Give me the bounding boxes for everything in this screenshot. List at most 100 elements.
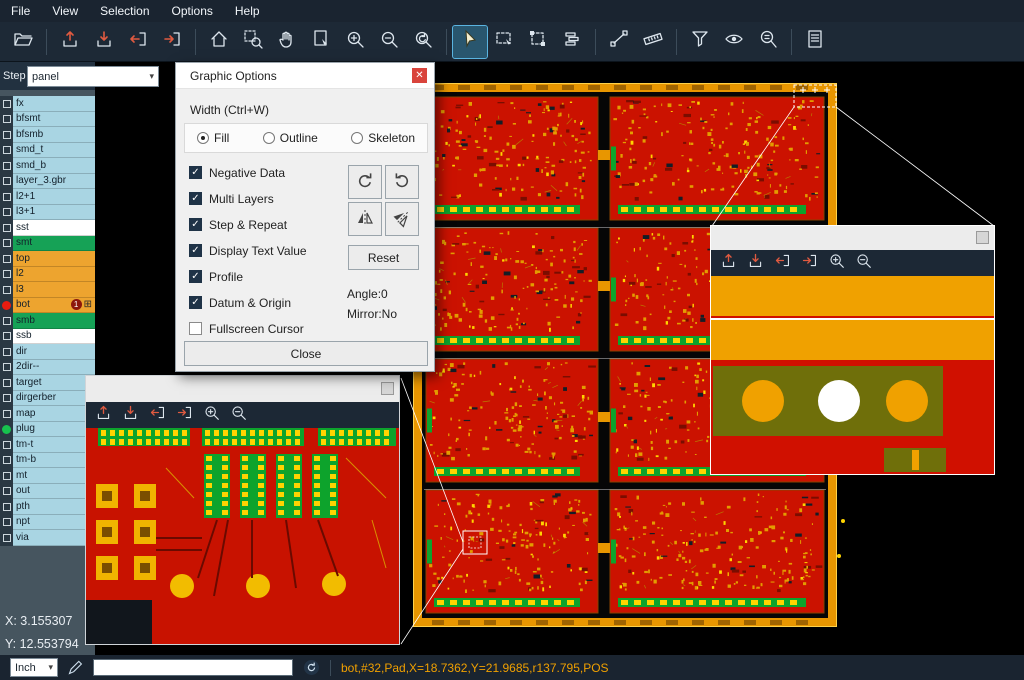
layer-visibility-toggle[interactable] <box>0 96 13 112</box>
menu-view[interactable]: View <box>41 0 89 22</box>
transform-button[interactable] <box>521 26 555 58</box>
close-button[interactable]: Close <box>184 341 428 366</box>
layer-visibility-toggle[interactable] <box>0 530 13 546</box>
layer-row-smd-t[interactable]: smd_t <box>0 143 95 159</box>
layer-row-dirgerber[interactable]: dirgerber <box>0 391 95 407</box>
select-arrow-button[interactable] <box>453 26 487 58</box>
layer-row-l2[interactable]: l2 <box>0 267 95 283</box>
checkbox-datum-origin[interactable]: ✓Datum & Origin <box>189 295 307 310</box>
measure-line-button[interactable] <box>602 26 636 58</box>
layer-row-ssb[interactable]: ssb <box>0 329 95 345</box>
layer-row-l3-1[interactable]: l3+1 <box>0 205 95 221</box>
tray-up-button[interactable] <box>716 252 740 274</box>
zoom-out-button[interactable] <box>851 252 875 274</box>
layer-visibility-toggle[interactable] <box>0 515 13 531</box>
layer-row-2dir[interactable]: 2dir-- <box>0 360 95 376</box>
magnifier-left-content[interactable] <box>86 428 399 644</box>
layer-visibility-toggle[interactable] <box>0 174 13 190</box>
magnifier-right-content[interactable] <box>711 276 994 474</box>
layer-visibility-toggle[interactable] <box>0 391 13 407</box>
layer-visibility-toggle[interactable] <box>0 158 13 174</box>
radio-skeleton[interactable]: Skeleton <box>351 131 415 145</box>
layer-visibility-toggle[interactable] <box>0 499 13 515</box>
checkbox-profile[interactable]: ✓Profile <box>189 269 307 284</box>
tray-up-button[interactable] <box>91 404 115 426</box>
layer-row-sst[interactable]: sst <box>0 220 95 236</box>
layer-visibility-toggle[interactable] <box>0 282 13 298</box>
step-select[interactable]: panel ▾ <box>27 66 159 87</box>
checkbox-fullscreen-cursor[interactable]: Fullscreen Cursor <box>189 321 307 336</box>
ruler-button[interactable] <box>636 26 670 58</box>
layer-row-out[interactable]: out <box>0 484 95 500</box>
layer-row-map[interactable]: map <box>0 406 95 422</box>
tray-left-button[interactable] <box>770 252 794 274</box>
report-button[interactable] <box>798 26 832 58</box>
layer-visibility-toggle[interactable] <box>0 220 13 236</box>
zoom-out-button[interactable] <box>226 404 250 426</box>
zoom-region-button[interactable] <box>236 26 270 58</box>
reset-button[interactable]: Reset <box>348 245 419 270</box>
magnifier-right-titlebar[interactable] <box>711 226 994 250</box>
layer-visibility-toggle[interactable] <box>0 298 13 314</box>
zoom-prev-button[interactable] <box>406 26 440 58</box>
window-button-icon[interactable] <box>976 231 989 244</box>
radio-outline[interactable]: Outline <box>263 131 318 145</box>
layer-visibility-toggle[interactable] <box>0 267 13 283</box>
layer-visibility-toggle[interactable] <box>0 127 13 143</box>
tray-right-button[interactable] <box>172 404 196 426</box>
layer-row-bot[interactable]: bot1⊞ <box>0 298 95 314</box>
refresh-icon[interactable] <box>303 659 320 676</box>
layer-visibility-toggle[interactable] <box>0 236 13 252</box>
layer-visibility-toggle[interactable] <box>0 329 13 345</box>
layer-row-smt[interactable]: smt <box>0 236 95 252</box>
layer-visibility-toggle[interactable] <box>0 313 13 329</box>
layer-visibility-toggle[interactable] <box>0 143 13 159</box>
eye-button[interactable] <box>717 26 751 58</box>
mirror-vertical-button[interactable] <box>348 202 382 236</box>
layer-row-npt[interactable]: npt <box>0 515 95 531</box>
layer-visibility-toggle[interactable] <box>0 344 13 360</box>
layer-visibility-toggle[interactable] <box>0 205 13 221</box>
dialog-titlebar[interactable]: Graphic Options ✕ <box>176 63 434 89</box>
layers-button[interactable] <box>555 26 589 58</box>
close-icon[interactable]: ✕ <box>412 68 427 83</box>
layer-row-smb[interactable]: smb <box>0 313 95 329</box>
zoom-in-button[interactable] <box>199 404 223 426</box>
checkbox-multi-layers[interactable]: ✓Multi Layers <box>189 191 307 206</box>
tray-left-button[interactable] <box>121 26 155 58</box>
layer-row-layer-3-gbr[interactable]: layer_3.gbr <box>0 174 95 190</box>
layer-row-bfsmt[interactable]: bfsmt <box>0 112 95 128</box>
hand-button[interactable] <box>270 26 304 58</box>
layer-visibility-toggle[interactable] <box>0 112 13 128</box>
marquee-button[interactable] <box>487 26 521 58</box>
menu-file[interactable]: File <box>0 0 41 22</box>
funnel-button[interactable] <box>683 26 717 58</box>
tray-down-button[interactable] <box>118 404 142 426</box>
layer-row-tm-t[interactable]: tm-t <box>0 437 95 453</box>
menu-help[interactable]: Help <box>224 0 271 22</box>
zoom-in-button[interactable] <box>338 26 372 58</box>
layer-visibility-toggle[interactable] <box>0 360 13 376</box>
layer-visibility-toggle[interactable] <box>0 468 13 484</box>
magnifier-left-titlebar[interactable] <box>86 376 399 402</box>
checkbox-display-text-value[interactable]: ✓Display Text Value <box>189 243 307 258</box>
tray-up-button[interactable] <box>53 26 87 58</box>
layer-row-pth[interactable]: pth <box>0 499 95 515</box>
tray-right-button[interactable] <box>155 26 189 58</box>
tray-right-button[interactable] <box>797 252 821 274</box>
layer-row-smd-b[interactable]: smd_b <box>0 158 95 174</box>
layer-visibility-toggle[interactable] <box>0 437 13 453</box>
layer-row-plug[interactable]: plug <box>0 422 95 438</box>
tray-down-button[interactable] <box>743 252 767 274</box>
layer-row-top[interactable]: top <box>0 251 95 267</box>
layer-row-dir[interactable]: dir <box>0 344 95 360</box>
layer-visibility-toggle[interactable] <box>0 251 13 267</box>
menu-options[interactable]: Options <box>161 0 224 22</box>
layer-row-via[interactable]: via <box>0 530 95 546</box>
zoom-in-button[interactable] <box>824 252 848 274</box>
checkbox-step-repeat[interactable]: ✓Step & Repeat <box>189 217 307 232</box>
radio-fill[interactable]: Fill <box>197 131 229 145</box>
page-cursor-button[interactable] <box>304 26 338 58</box>
layer-visibility-toggle[interactable] <box>0 453 13 469</box>
layer-row-l2-1[interactable]: l2+1 <box>0 189 95 205</box>
